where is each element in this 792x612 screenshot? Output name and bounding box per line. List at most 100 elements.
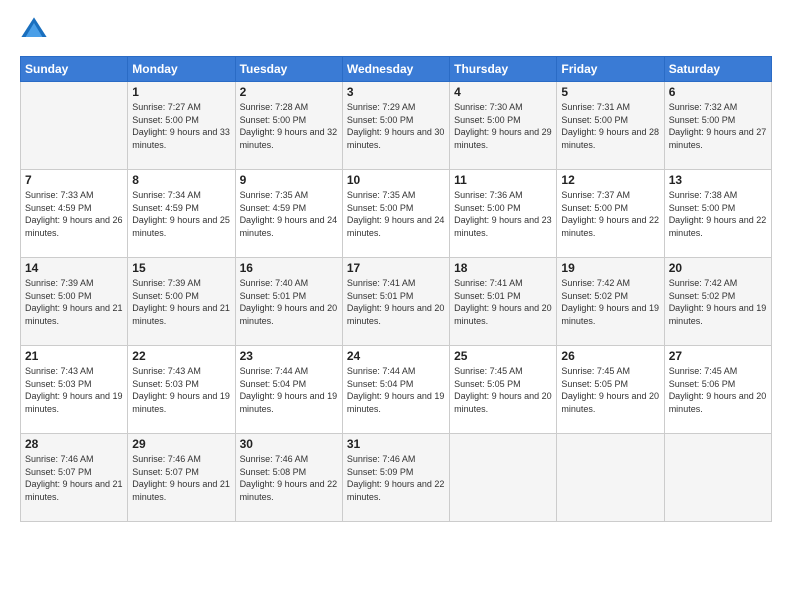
day-info: Sunrise: 7:35 AMSunset: 5:00 PMDaylight:… — [347, 189, 445, 239]
day-info: Sunrise: 7:46 AMSunset: 5:07 PMDaylight:… — [132, 453, 230, 503]
calendar-table: SundayMondayTuesdayWednesdayThursdayFrid… — [20, 56, 772, 522]
day-info: Sunrise: 7:46 AMSunset: 5:07 PMDaylight:… — [25, 453, 123, 503]
day-info: Sunrise: 7:45 AMSunset: 5:05 PMDaylight:… — [454, 365, 552, 415]
calendar-cell: 3Sunrise: 7:29 AMSunset: 5:00 PMDaylight… — [342, 82, 449, 170]
day-number: 16 — [240, 261, 338, 275]
day-info: Sunrise: 7:42 AMSunset: 5:02 PMDaylight:… — [561, 277, 659, 327]
day-number: 6 — [669, 85, 767, 99]
calendar-cell — [21, 82, 128, 170]
day-number: 2 — [240, 85, 338, 99]
day-number: 20 — [669, 261, 767, 275]
day-number: 10 — [347, 173, 445, 187]
day-info: Sunrise: 7:36 AMSunset: 5:00 PMDaylight:… — [454, 189, 552, 239]
day-number: 22 — [132, 349, 230, 363]
day-info: Sunrise: 7:27 AMSunset: 5:00 PMDaylight:… — [132, 101, 230, 151]
calendar-cell: 21 Sunrise: 7:43 AMSunset: 5:03 PMDayligh… — [21, 346, 128, 434]
day-info: Sunrise: 7:37 AMSunset: 5:00 PMDaylight:… — [561, 189, 659, 239]
day-number: 29 — [132, 437, 230, 451]
calendar-cell: 23 Sunrise: 7:44 AMSunset: 5:04 PMDayligh… — [235, 346, 342, 434]
calendar-cell: 25Sunrise: 7:45 AMSunset: 5:05 PMDayligh… — [450, 346, 557, 434]
day-number: 19 — [561, 261, 659, 275]
calendar-cell: 22 Sunrise: 7:43 AMSunset: 5:03 PMDayligh… — [128, 346, 235, 434]
calendar-week-row: 7Sunrise: 7:33 AMSunset: 4:59 PMDaylight… — [21, 170, 772, 258]
day-number: 3 — [347, 85, 445, 99]
day-number: 28 — [25, 437, 123, 451]
day-info: Sunrise: 7:40 AMSunset: 5:01 PMDaylight:… — [240, 277, 338, 327]
weekday-header: Saturday — [664, 57, 771, 82]
calendar-cell: 1 Sunrise: 7:27 AMSunset: 5:00 PMDaylight… — [128, 82, 235, 170]
day-info: Sunrise: 7:38 AMSunset: 5:00 PMDaylight:… — [669, 189, 767, 239]
calendar-cell: 15 Sunrise: 7:39 AMSunset: 5:00 PMDayligh… — [128, 258, 235, 346]
logo — [20, 16, 54, 44]
day-number: 31 — [347, 437, 445, 451]
day-info: Sunrise: 7:43 AMSunset: 5:03 PMDaylight:… — [25, 365, 123, 415]
weekday-header: Thursday — [450, 57, 557, 82]
calendar-cell: 10 Sunrise: 7:35 AMSunset: 5:00 PMDayligh… — [342, 170, 449, 258]
day-number: 5 — [561, 85, 659, 99]
day-info: Sunrise: 7:34 AMSunset: 4:59 PMDaylight:… — [132, 189, 230, 239]
day-info: Sunrise: 7:44 AMSunset: 5:04 PMDaylight:… — [347, 365, 445, 415]
day-info: Sunrise: 7:42 AMSunset: 5:02 PMDaylight:… — [669, 277, 767, 327]
day-info: Sunrise: 7:39 AMSunset: 5:00 PMDaylight:… — [25, 277, 123, 327]
day-number: 13 — [669, 173, 767, 187]
calendar-cell: 4 Sunrise: 7:30 AMSunset: 5:00 PMDaylight… — [450, 82, 557, 170]
day-number: 7 — [25, 173, 123, 187]
day-info: Sunrise: 7:28 AMSunset: 5:00 PMDaylight:… — [240, 101, 338, 151]
day-info: Sunrise: 7:46 AMSunset: 5:08 PMDaylight:… — [240, 453, 338, 503]
day-number: 24 — [347, 349, 445, 363]
calendar-cell: 20 Sunrise: 7:42 AMSunset: 5:02 PMDayligh… — [664, 258, 771, 346]
day-info: Sunrise: 7:45 AMSunset: 5:06 PMDaylight:… — [669, 365, 767, 415]
calendar-week-row: 28 Sunrise: 7:46 AMSunset: 5:07 PMDayligh… — [21, 434, 772, 522]
weekday-header: Friday — [557, 57, 664, 82]
weekday-header: Tuesday — [235, 57, 342, 82]
calendar-cell: 8Sunrise: 7:34 AMSunset: 4:59 PMDaylight… — [128, 170, 235, 258]
calendar-cell: 17 Sunrise: 7:41 AMSunset: 5:01 PMDayligh… — [342, 258, 449, 346]
calendar-body: 1 Sunrise: 7:27 AMSunset: 5:00 PMDaylight… — [21, 82, 772, 522]
day-info: Sunrise: 7:39 AMSunset: 5:00 PMDaylight:… — [132, 277, 230, 327]
day-info: Sunrise: 7:45 AMSunset: 5:05 PMDaylight:… — [561, 365, 659, 415]
day-info: Sunrise: 7:41 AMSunset: 5:01 PMDaylight:… — [347, 277, 445, 327]
day-info: Sunrise: 7:30 AMSunset: 5:00 PMDaylight:… — [454, 101, 552, 151]
day-number: 1 — [132, 85, 230, 99]
calendar-cell: 19 Sunrise: 7:42 AMSunset: 5:02 PMDayligh… — [557, 258, 664, 346]
calendar-cell: 12Sunrise: 7:37 AMSunset: 5:00 PMDayligh… — [557, 170, 664, 258]
calendar-week-row: 21 Sunrise: 7:43 AMSunset: 5:03 PMDayligh… — [21, 346, 772, 434]
day-info: Sunrise: 7:43 AMSunset: 5:03 PMDaylight:… — [132, 365, 230, 415]
calendar-header: SundayMondayTuesdayWednesdayThursdayFrid… — [21, 57, 772, 82]
day-number: 18 — [454, 261, 552, 275]
calendar-cell — [664, 434, 771, 522]
calendar-cell: 14 Sunrise: 7:39 AMSunset: 5:00 PMDayligh… — [21, 258, 128, 346]
page-container: SundayMondayTuesdayWednesdayThursdayFrid… — [0, 0, 792, 532]
calendar-cell: 16 Sunrise: 7:40 AMSunset: 5:01 PMDayligh… — [235, 258, 342, 346]
weekday-header: Sunday — [21, 57, 128, 82]
day-number: 14 — [25, 261, 123, 275]
day-info: Sunrise: 7:32 AMSunset: 5:00 PMDaylight:… — [669, 101, 767, 151]
logo-icon — [20, 16, 48, 44]
calendar-cell — [450, 434, 557, 522]
calendar-cell: 26Sunrise: 7:45 AMSunset: 5:05 PMDayligh… — [557, 346, 664, 434]
calendar-cell: 18 Sunrise: 7:41 AMSunset: 5:01 PMDayligh… — [450, 258, 557, 346]
day-info: Sunrise: 7:44 AMSunset: 5:04 PMDaylight:… — [240, 365, 338, 415]
weekday-header: Wednesday — [342, 57, 449, 82]
day-number: 9 — [240, 173, 338, 187]
day-info: Sunrise: 7:31 AMSunset: 5:00 PMDaylight:… — [561, 101, 659, 151]
day-number: 15 — [132, 261, 230, 275]
calendar-cell: 29 Sunrise: 7:46 AMSunset: 5:07 PMDayligh… — [128, 434, 235, 522]
day-number: 17 — [347, 261, 445, 275]
day-number: 21 — [25, 349, 123, 363]
calendar-cell: 30 Sunrise: 7:46 AMSunset: 5:08 PMDayligh… — [235, 434, 342, 522]
calendar-cell: 6 Sunrise: 7:32 AMSunset: 5:00 PMDaylight… — [664, 82, 771, 170]
calendar-cell: 11Sunrise: 7:36 AMSunset: 5:00 PMDayligh… — [450, 170, 557, 258]
calendar-cell: 28 Sunrise: 7:46 AMSunset: 5:07 PMDayligh… — [21, 434, 128, 522]
header-row: SundayMondayTuesdayWednesdayThursdayFrid… — [21, 57, 772, 82]
day-info: Sunrise: 7:46 AMSunset: 5:09 PMDaylight:… — [347, 453, 445, 503]
day-number: 23 — [240, 349, 338, 363]
calendar-cell — [557, 434, 664, 522]
calendar-cell: 24 Sunrise: 7:44 AMSunset: 5:04 PMDayligh… — [342, 346, 449, 434]
calendar-cell: 13 Sunrise: 7:38 AMSunset: 5:00 PMDayligh… — [664, 170, 771, 258]
calendar-cell: 7Sunrise: 7:33 AMSunset: 4:59 PMDaylight… — [21, 170, 128, 258]
day-number: 4 — [454, 85, 552, 99]
day-number: 27 — [669, 349, 767, 363]
day-info: Sunrise: 7:41 AMSunset: 5:01 PMDaylight:… — [454, 277, 552, 327]
day-number: 30 — [240, 437, 338, 451]
